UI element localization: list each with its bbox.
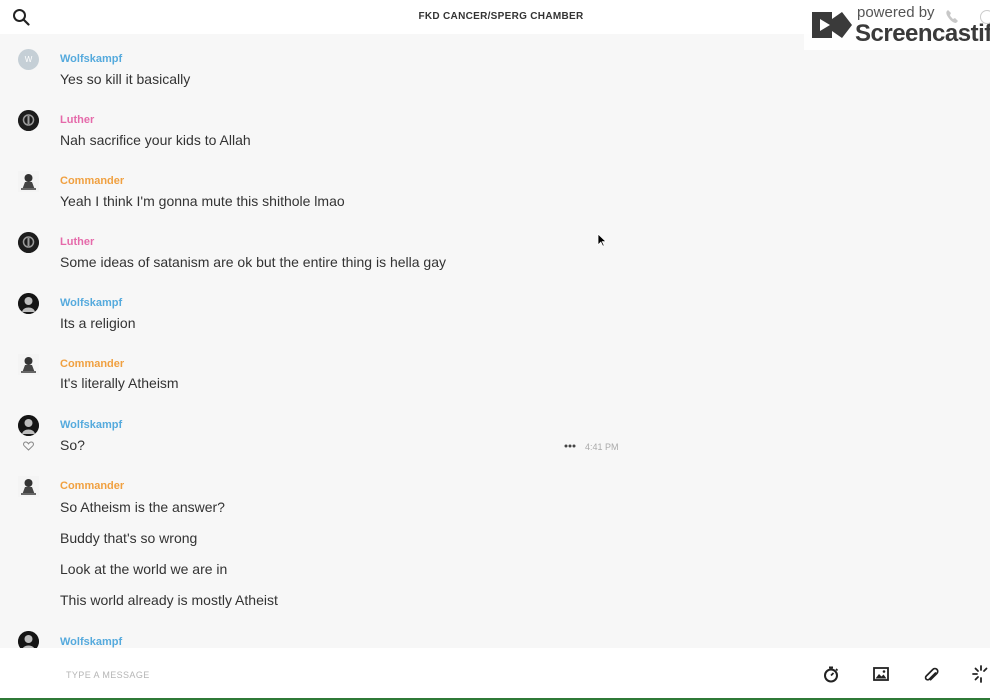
more-options-icon[interactable] (564, 444, 576, 448)
info-icon[interactable] (980, 10, 990, 24)
sender-name[interactable]: Commander (60, 175, 124, 187)
sender-name[interactable]: Luther (60, 114, 94, 126)
message-text: So? (60, 437, 85, 453)
sender-name[interactable]: Luther (60, 236, 94, 248)
message-text: Nah sacrifice your kids to Allah (60, 132, 251, 148)
watermark-powered-by: powered by (857, 4, 935, 21)
message-text: Yeah I think I'm gonna mute this shithol… (60, 193, 345, 209)
message-list: W Wolfskampf Yes so kill it basically Lu… (0, 34, 990, 648)
image-icon[interactable] (872, 665, 890, 683)
avatar[interactable] (18, 415, 39, 436)
message-text: Yes so kill it basically (60, 71, 191, 87)
sender-name[interactable]: Commander (60, 358, 124, 370)
message-text: This world already is mostly Atheist (60, 592, 278, 608)
mouse-cursor-icon (597, 233, 607, 247)
paperclip-icon[interactable] (922, 665, 940, 683)
message-timestamp: 4:41 PM (585, 442, 619, 452)
avatar[interactable] (18, 631, 39, 648)
message-text: So Atheism is the answer? (60, 499, 225, 515)
avatar[interactable] (18, 110, 39, 131)
sender-name[interactable]: Wolfskampf (60, 53, 122, 65)
heart-icon[interactable] (23, 441, 34, 451)
avatar[interactable] (18, 232, 39, 253)
avatar[interactable] (18, 476, 39, 497)
sender-name[interactable]: Commander (60, 480, 124, 492)
message-text: Buddy that's so wrong (60, 530, 198, 546)
message-composer (0, 648, 990, 700)
message-text: Its a religion (60, 315, 136, 331)
message-input[interactable] (66, 666, 666, 684)
phone-icon[interactable] (944, 9, 960, 25)
sender-name[interactable]: Wolfskampf (60, 636, 122, 648)
timer-icon[interactable] (822, 665, 840, 683)
sparkle-icon[interactable] (972, 665, 990, 683)
message-text: Look at the world we are in (60, 561, 228, 577)
avatar[interactable]: W (18, 49, 39, 70)
message-text: It's literally Atheism (60, 375, 179, 391)
message-text: Some ideas of satanism are ok but the en… (60, 254, 446, 270)
sender-name[interactable]: Wolfskampf (60, 419, 122, 431)
avatar[interactable] (18, 354, 39, 375)
avatar[interactable] (18, 171, 39, 192)
avatar[interactable] (18, 293, 39, 314)
sender-name[interactable]: Wolfskampf (60, 297, 122, 309)
